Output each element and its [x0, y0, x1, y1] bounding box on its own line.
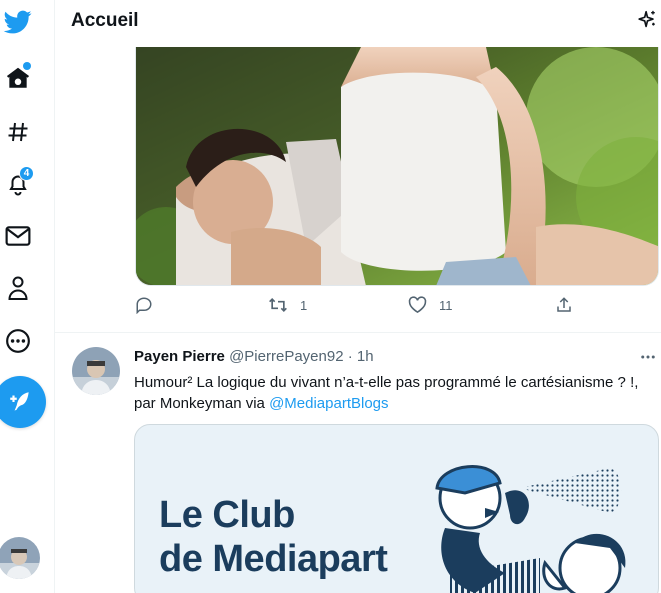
page-title: Accueil: [71, 10, 139, 31]
sidebar-nav: 4: [0, 0, 55, 593]
nav-explore-button[interactable]: [0, 114, 36, 150]
tweet-more-button[interactable]: [639, 348, 657, 370]
retweet-icon: [269, 297, 287, 313]
like-count: 11: [439, 297, 453, 313]
unread-dot: [23, 62, 31, 70]
author-handle[interactable]: @PierrePayen92: [229, 348, 343, 365]
tweet-media-image[interactable]: [135, 47, 659, 286]
author-name[interactable]: Payen Pierre: [134, 348, 225, 365]
share-button[interactable]: [555, 296, 573, 314]
twitter-logo-icon[interactable]: [0, 4, 36, 40]
nav-profile-button[interactable]: [0, 270, 36, 306]
like-button[interactable]: 11: [408, 296, 453, 314]
ellipsis-icon: [641, 355, 655, 359]
reply-button[interactable]: [135, 296, 165, 314]
heart-icon: [408, 296, 427, 314]
card-title-line1: Le Club: [159, 494, 295, 536]
nav-more-button[interactable]: [0, 323, 36, 359]
reply-icon: [136, 297, 152, 314]
tweet-divider: [55, 332, 661, 333]
nav-divider: [54, 0, 55, 593]
card-illustration: [435, 465, 626, 593]
retweet-button[interactable]: 1: [268, 296, 307, 314]
hashtag-icon: [8, 122, 28, 142]
timeline-header: Accueil: [55, 0, 661, 46]
notifications-badge: 4: [19, 166, 34, 181]
compose-tweet-button[interactable]: [0, 376, 46, 428]
card-title-line2: de Mediapart: [159, 538, 388, 580]
meta-separator: ·: [347, 348, 353, 365]
tweet-actions: 1 11: [135, 296, 615, 322]
person-icon: [8, 276, 28, 300]
sparkle-icon: [638, 10, 655, 28]
card-title: Le Club de Mediapart: [159, 493, 388, 581]
link-card[interactable]: Le Club de Mediapart: [134, 424, 659, 593]
envelope-icon: [5, 226, 31, 246]
tweet-author-avatar[interactable]: [72, 347, 120, 395]
tweet-time[interactable]: 1h: [357, 348, 374, 365]
nav-messages-button[interactable]: [0, 218, 36, 254]
more-circle-icon: [6, 329, 30, 353]
account-avatar[interactable]: [0, 537, 40, 579]
top-tweets-sparkle-button[interactable]: [636, 9, 658, 31]
share-icon: [557, 297, 571, 312]
retweet-count: 1: [300, 297, 308, 313]
tweet-header: Payen Pierre @PierrePayen92 · 1h: [134, 348, 374, 365]
mention-link[interactable]: @MediapartBlogs: [269, 395, 388, 412]
tweet-text: Humour² La logique du vivant n’a-t-elle …: [134, 372, 659, 414]
feather-plus-icon: [10, 392, 29, 411]
